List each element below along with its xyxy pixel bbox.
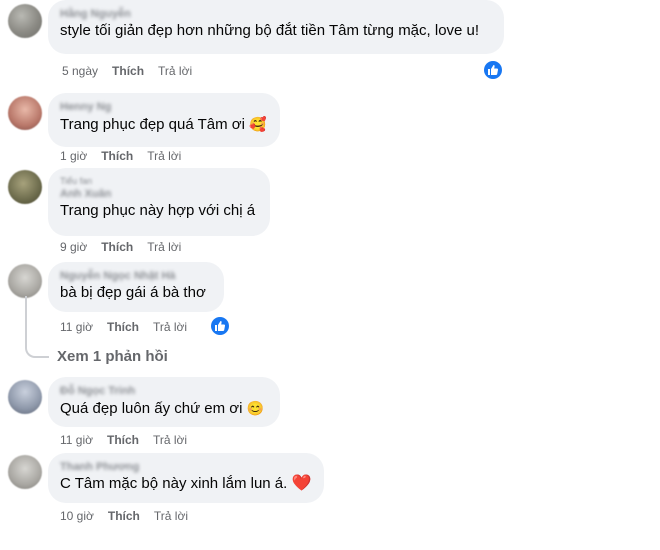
- comment-author[interactable]: Đỗ Ngọc Trinh: [60, 384, 268, 398]
- comment-time[interactable]: 11 giờ: [60, 320, 93, 334]
- comment-author[interactable]: Nguyễn Ngọc Nhật Hà: [60, 269, 212, 283]
- reply-button[interactable]: Trả lời: [154, 509, 188, 523]
- comment-author[interactable]: Henny Ng: [60, 100, 268, 114]
- smiling-face-icon: 😊: [246, 400, 265, 416]
- reply-button[interactable]: Trả lời: [153, 433, 187, 447]
- comment-bubble: Thanh Phương C Tâm mặc bộ này xinh lắm l…: [48, 453, 324, 503]
- comment-author[interactable]: Thanh Phương: [60, 460, 312, 474]
- comment-bubble: Henny Ng Trang phục đẹp quá Tâm ơi 🥰: [48, 93, 280, 147]
- view-replies-link[interactable]: Xem 1 phản hồi: [57, 348, 168, 365]
- comment-meta: 1 giờ Thích Trả lời: [60, 149, 195, 163]
- thumbs-up-icon[interactable]: [484, 61, 502, 79]
- comment-time[interactable]: 10 giờ: [60, 509, 94, 523]
- avatar[interactable]: [8, 4, 42, 38]
- avatar[interactable]: [8, 380, 42, 414]
- like-button[interactable]: Thích: [112, 64, 144, 78]
- comment-text: Trang phục đẹp quá Tâm ơi 🥰: [60, 116, 267, 133]
- comment-author[interactable]: Hằng Nguyễn: [60, 7, 492, 21]
- comment-text: C Tâm mặc bộ này xinh lắm lun á. ❤️: [60, 475, 312, 492]
- comment-author[interactable]: Anh Xuân: [60, 187, 258, 201]
- like-button[interactable]: Thích: [108, 509, 140, 523]
- comment-time[interactable]: 9 giờ: [60, 240, 87, 254]
- comment-text: bà bị đẹp gái á bà thơ: [60, 284, 206, 301]
- comment-time[interactable]: 5 ngày: [62, 64, 98, 78]
- reply-thread-line: [25, 296, 49, 358]
- avatar[interactable]: [8, 264, 42, 298]
- comment-time[interactable]: 1 giờ: [60, 149, 87, 163]
- like-button[interactable]: Thích: [101, 149, 133, 163]
- comment-time[interactable]: 11 giờ: [60, 433, 93, 447]
- thumbs-up-icon[interactable]: [211, 317, 229, 335]
- comment-text: Quá đẹp luôn ấy chứ em ơi 😊: [60, 400, 265, 417]
- smiling-face-with-hearts-icon: 🥰: [249, 116, 267, 132]
- comment-badge: Tiểu fan: [60, 176, 93, 186]
- comment-bubble: Hằng Nguyễn style tối giản đẹp hơn những…: [48, 0, 504, 54]
- like-button[interactable]: Thích: [101, 240, 133, 254]
- heart-icon: ❤️: [291, 475, 312, 492]
- comment-meta: 11 giờ Thích Trả lời: [60, 320, 201, 334]
- comment-meta: 9 giờ Thích Trả lời: [60, 240, 195, 254]
- avatar[interactable]: [8, 96, 42, 130]
- avatar[interactable]: [8, 170, 42, 204]
- comment-meta: 11 giờ Thích Trả lời: [60, 433, 201, 447]
- comment-bubble: Đỗ Ngọc Trinh Quá đẹp luôn ấy chứ em ơi …: [48, 377, 280, 427]
- reply-button[interactable]: Trả lời: [158, 64, 192, 78]
- reply-button[interactable]: Trả lời: [147, 240, 181, 254]
- comment-bubble: Tiểu fan Anh Xuân Trang phục này hợp với…: [48, 168, 270, 236]
- comment-meta: 10 giờ Thích Trả lời: [60, 509, 202, 523]
- comment-meta: 5 ngày Thích Trả lời: [62, 64, 206, 78]
- comment-text: style tối giản đẹp hơn những bộ đắt tiền…: [60, 22, 480, 39]
- like-button[interactable]: Thích: [107, 433, 139, 447]
- reply-button[interactable]: Trả lời: [153, 320, 187, 334]
- comment-bubble: Nguyễn Ngọc Nhật Hà bà bị đẹp gái á bà t…: [48, 262, 224, 312]
- comment-text: Trang phục này hợp với chị á: [60, 202, 256, 219]
- like-button[interactable]: Thích: [107, 320, 139, 334]
- avatar[interactable]: [8, 455, 42, 489]
- reply-button[interactable]: Trả lời: [147, 149, 181, 163]
